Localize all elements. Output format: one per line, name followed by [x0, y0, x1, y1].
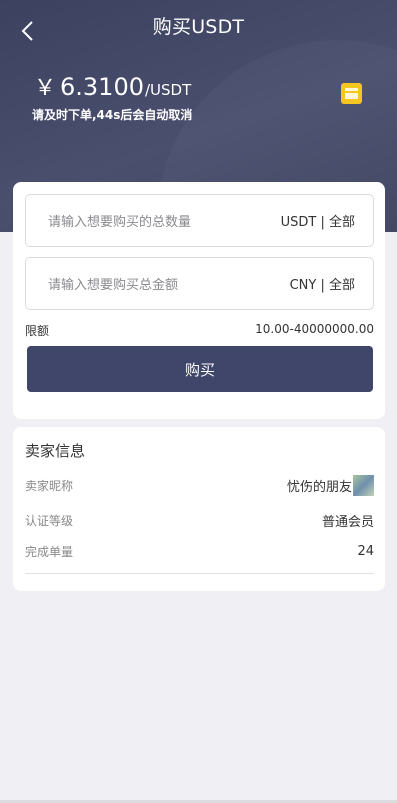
nickname-label: 卖家昵称 — [25, 478, 74, 493]
amount-placeholder: 请输入想要购买总金额 — [48, 278, 179, 293]
orders-value: 24 — [357, 544, 374, 559]
page-title: 购买USDT — [152, 16, 245, 38]
limit-label: 限额 — [25, 324, 50, 338]
price-unit: /USDT — [145, 81, 192, 99]
seller-orders-row: 完成单量 24 — [25, 543, 374, 560]
price-value: 6.3100 — [60, 73, 144, 101]
level-label: 认证等级 — [25, 514, 74, 528]
seller-level-row: 认证等级 普通会员 — [25, 511, 374, 530]
amount-unit: CNY | — [289, 278, 329, 293]
limit-row: 限额 10.00-40000000.00 — [25, 322, 374, 339]
amount-input[interactable]: 请输入想要购买总金额 CNY | 全部 — [25, 257, 374, 310]
quantity-unit: USDT | — [280, 215, 329, 230]
amount-all-button[interactable]: 全部 — [329, 278, 355, 293]
orders-label: 完成单量 — [25, 545, 74, 559]
avatar — [353, 474, 374, 496]
limit-value: 10.00-40000000.00 — [255, 322, 374, 336]
price-display: ￥ 6.3100 /USDT — [34, 70, 191, 102]
nickname-value: 忧伤的朋友 — [286, 479, 352, 495]
seller-info-card: 卖家信息 卖家昵称 忧伤的朋友 认证等级 普通会员 完成单量 24 — [13, 427, 385, 591]
seller-info-title: 卖家信息 — [25, 442, 86, 460]
order-list-icon[interactable] — [341, 83, 362, 104]
quantity-input[interactable]: 请输入想要购买的总数量 USDT | 全部 — [25, 194, 374, 247]
countdown-notice: 请及时下单,44s后会自动取消 — [32, 108, 193, 122]
buy-button[interactable]: 购买 — [27, 346, 373, 392]
seller-nickname-row: 卖家昵称 忧伤的朋友 — [25, 473, 374, 497]
quantity-all-button[interactable]: 全部 — [329, 215, 355, 230]
quantity-placeholder: 请输入想要购买的总数量 — [48, 215, 192, 230]
amount-suffix: CNY | 全部 — [290, 274, 355, 293]
level-value: 普通会员 — [321, 515, 374, 530]
quantity-suffix: USDT | 全部 — [281, 211, 355, 230]
nickname-value-wrap: 忧伤的朋友 — [286, 474, 374, 496]
purchase-form-card: 请输入想要购买的总数量 USDT | 全部 请输入想要购买总金额 CNY | 全… — [13, 182, 385, 419]
divider — [25, 573, 374, 574]
currency-symbol: ￥ — [34, 76, 57, 101]
